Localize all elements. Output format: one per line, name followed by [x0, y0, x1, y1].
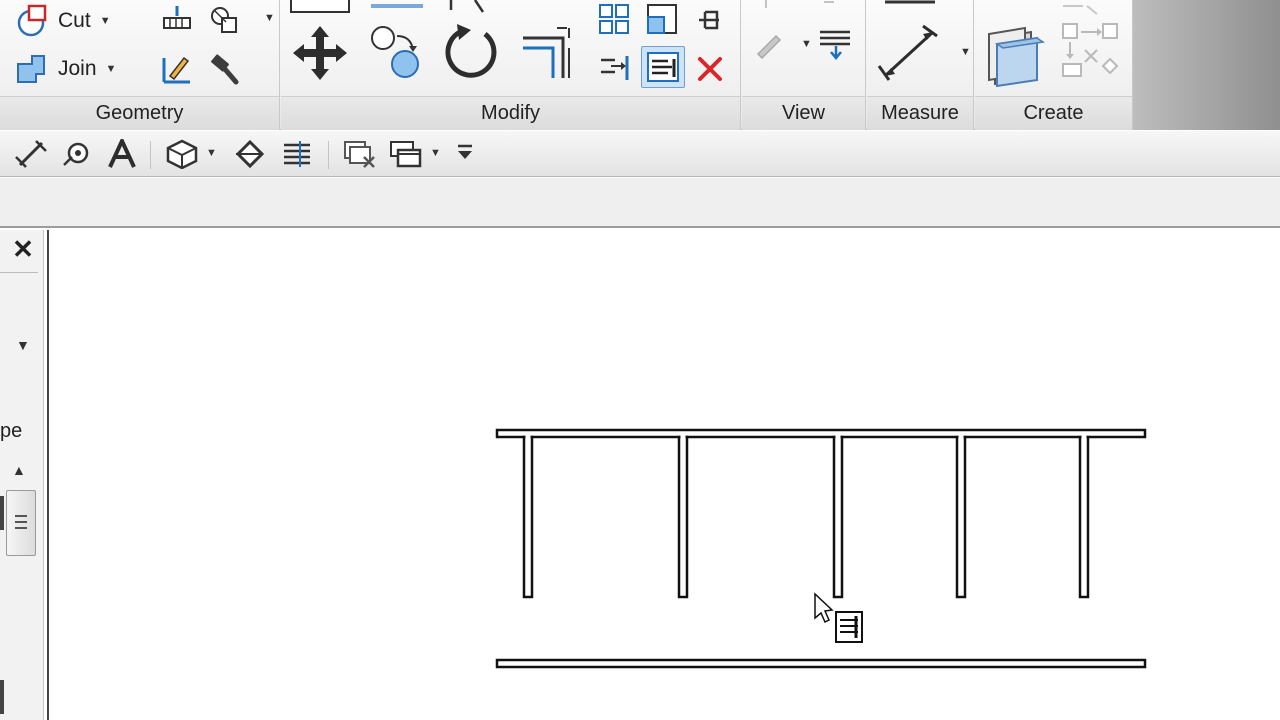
rotate-icon[interactable] — [441, 22, 503, 84]
geometry-panel-title[interactable]: Geometry — [0, 96, 279, 130]
copy-icon[interactable] — [367, 22, 427, 84]
top-wall — [495, 428, 1147, 439]
modify-panel: Modify — [281, 0, 741, 130]
scroll-up-icon[interactable]: ▲ — [12, 462, 26, 478]
toolbar-separator — [328, 141, 329, 169]
measure-between-references-icon[interactable] — [875, 22, 941, 84]
close-hidden-windows-icon[interactable] — [342, 139, 376, 169]
partition-wall — [522, 435, 534, 599]
paint-icon[interactable] — [160, 52, 194, 86]
join-label: Join — [58, 57, 97, 80]
toolbar-separator — [150, 141, 151, 169]
create-parts-icon[interactable] — [1057, 4, 1123, 84]
type-selector-dropdown-icon[interactable]: ▼ — [16, 337, 30, 353]
default-3d-view-icon[interactable] — [164, 139, 200, 169]
switch-windows-icon[interactable] — [388, 139, 424, 169]
mirror-pick-icon[interactable] — [445, 0, 495, 14]
chevron-down-icon[interactable]: ▼ — [960, 46, 971, 58]
floor-plan-view — [495, 428, 1147, 669]
drawing-area[interactable] — [47, 230, 1280, 720]
partition-wall — [955, 435, 967, 599]
section-icon[interactable] — [234, 139, 266, 169]
view-panel-title[interactable]: View — [742, 96, 865, 130]
chevron-down-icon[interactable]: ▼ — [206, 147, 217, 159]
partition-wall — [832, 435, 844, 599]
measure-top-icon[interactable] — [881, 0, 941, 6]
bottom-wall — [495, 658, 1147, 669]
palette-scrollbar-thumb[interactable] — [6, 490, 36, 556]
create-panel-title[interactable]: Create — [975, 96, 1132, 130]
move-icon[interactable] — [289, 22, 351, 84]
demolish-hammer-icon[interactable] — [206, 52, 242, 86]
customize-toolbar-icon[interactable] — [456, 143, 474, 165]
measure-panel-title[interactable]: Measure — [867, 96, 973, 130]
thin-lines-icon[interactable] — [280, 139, 316, 169]
pin-icon[interactable] — [693, 4, 725, 34]
linework-brush-icon[interactable] — [752, 28, 788, 60]
offset-icon[interactable] — [367, 0, 427, 10]
scale-icon[interactable] — [645, 2, 679, 36]
partition-wall — [677, 435, 689, 599]
split-with-gap-icon[interactable] — [641, 46, 685, 88]
override-graphics-icon[interactable] — [816, 26, 854, 60]
partition-wall — [1078, 435, 1090, 599]
create-panel: Create — [975, 0, 1133, 130]
chevron-down-icon[interactable]: ▼ — [264, 12, 275, 24]
join-geometry-icon — [14, 52, 48, 86]
view-panel: ▼ View — [742, 0, 866, 130]
cut-geometry-icon — [14, 4, 48, 38]
create-assembly-icon[interactable] — [983, 18, 1049, 88]
chevron-down-icon[interactable]: ▼ — [100, 15, 111, 27]
align-icon[interactable] — [289, 0, 351, 14]
ribbon: Cut ▼ Join ▼ ▼ Geometry Modify ▼ View ▼ … — [0, 0, 1280, 130]
cut-button[interactable]: Cut ▼ — [14, 4, 111, 38]
quick-access-toolbar: ▼ ▼ — [0, 131, 1280, 177]
chevron-down-icon[interactable]: ▼ — [430, 147, 441, 159]
tag-by-category-icon[interactable] — [60, 139, 94, 169]
ribbon-background-fill — [1133, 0, 1280, 130]
split-face-icon[interactable] — [208, 4, 244, 36]
array-icon[interactable] — [597, 2, 631, 36]
mouse-cursor-split-icon — [814, 592, 863, 643]
hide-element-icon[interactable] — [756, 0, 836, 12]
text-icon[interactable] — [106, 139, 138, 169]
close-icon[interactable]: ✕ — [8, 234, 38, 264]
modify-panel-title[interactable]: Modify — [281, 96, 740, 130]
geometry-panel: Cut ▼ Join ▼ ▼ Geometry — [0, 0, 280, 130]
measure-panel: ▼ Measure — [867, 0, 974, 130]
palette-edge-marker — [0, 680, 4, 714]
palette-divider — [0, 272, 38, 273]
aligned-dimension-icon[interactable] — [14, 139, 48, 169]
delete-icon[interactable] — [695, 54, 725, 84]
chevron-down-icon[interactable]: ▼ — [801, 38, 812, 50]
palette-edge-marker — [0, 496, 4, 530]
join-button[interactable]: Join ▼ — [14, 52, 116, 86]
cut-label: Cut — [58, 9, 91, 32]
palette-type-label: pe — [0, 420, 23, 442]
chevron-down-icon[interactable]: ▼ — [106, 63, 117, 75]
wall-joins-icon[interactable] — [160, 4, 194, 36]
split-element-icon[interactable] — [597, 50, 631, 84]
trim-extend-icon[interactable] — [517, 22, 579, 84]
options-bar — [0, 178, 1280, 228]
